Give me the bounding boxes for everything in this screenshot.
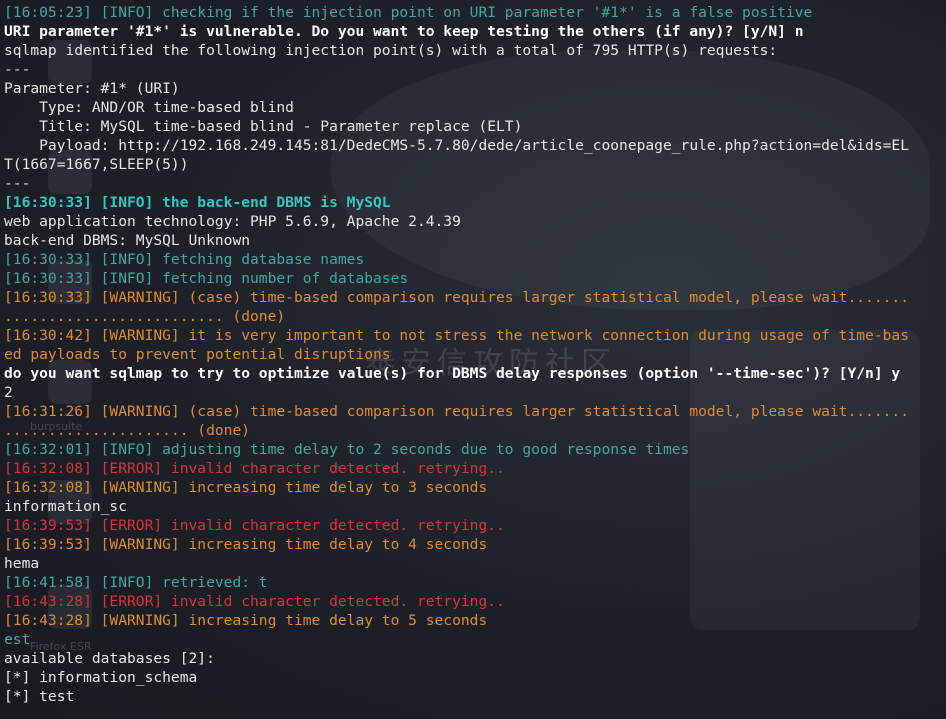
terminal-line: [16:43:28] [ERROR] invalid character det… <box>4 593 505 610</box>
terminal-line: Payload: http://192.168.249.145:81/DedeC… <box>4 137 909 154</box>
terminal-line: [16:32:01] [INFO] adjusting time delay t… <box>4 441 690 458</box>
terminal-line: [16:30:33] [INFO] the back-end DBMS is M… <box>4 194 391 211</box>
terminal-line: --- <box>4 175 31 192</box>
terminal-line: [16:43:28] [WARNING] increasing time del… <box>4 612 488 629</box>
terminal-line: [16:30:33] [WARNING] (case) time-based c… <box>4 289 909 306</box>
terminal-line: Parameter: #1* (URI) <box>4 80 180 97</box>
terminal-line: --- <box>4 61 31 78</box>
terminal-line: [16:30:33] [INFO] fetching number of dat… <box>4 270 409 287</box>
terminal-line: [16:32:08] [ERROR] invalid character det… <box>4 460 505 477</box>
terminal-line: [16:39:53] [WARNING] increasing time del… <box>4 536 488 553</box>
terminal-line: available databases [2]: <box>4 650 215 667</box>
terminal-line: sqlmap identified the following injectio… <box>4 42 778 59</box>
terminal-line: ed payloads to prevent potential disrupt… <box>4 346 391 363</box>
terminal-line: T(1667=1667,SLEEP(5)) <box>4 156 189 173</box>
terminal-line: Title: MySQL time-based blind - Paramete… <box>4 118 523 135</box>
terminal-line: est <box>4 631 31 648</box>
terminal-line: web application technology: PHP 5.6.9, A… <box>4 213 461 230</box>
terminal-line: [*] information_schema <box>4 669 198 686</box>
terminal-line: [16:31:26] [WARNING] (case) time-based c… <box>4 403 909 420</box>
terminal-line: [16:05:23] [INFO] checking if the inject… <box>4 4 813 21</box>
terminal-line: Type: AND/OR time-based blind <box>4 99 294 116</box>
terminal-line: [16:30:33] [INFO] fetching database name… <box>4 251 365 268</box>
terminal-line: [16:41:58] [INFO] retrieved: t <box>4 574 268 591</box>
terminal-line: do you want sqlmap to try to optimize va… <box>4 365 901 382</box>
terminal-line: ......................... (done) <box>4 308 286 325</box>
terminal-line: [16:39:53] [ERROR] invalid character det… <box>4 517 505 534</box>
terminal-line: [*] test <box>4 688 75 705</box>
terminal-line: [16:32:08] [WARNING] increasing time del… <box>4 479 488 496</box>
terminal-line: ..................... (done) <box>4 422 251 439</box>
terminal-line: URI parameter '#1*' is vulnerable. Do yo… <box>4 23 804 40</box>
terminal-line: information_sc <box>4 498 128 515</box>
terminal-window[interactable]: burpsuite Firefox ESR 泰安信攻防社区 [16:05:23]… <box>0 0 946 719</box>
terminal-output: [16:05:23] [INFO] checking if the inject… <box>4 3 946 706</box>
terminal-line: 2 <box>4 384 13 401</box>
terminal-line: back-end DBMS: MySQL Unknown <box>4 232 251 249</box>
terminal-line: [16:30:42] [WARNING] it is very importan… <box>4 327 909 344</box>
terminal-line: hema <box>4 555 40 572</box>
